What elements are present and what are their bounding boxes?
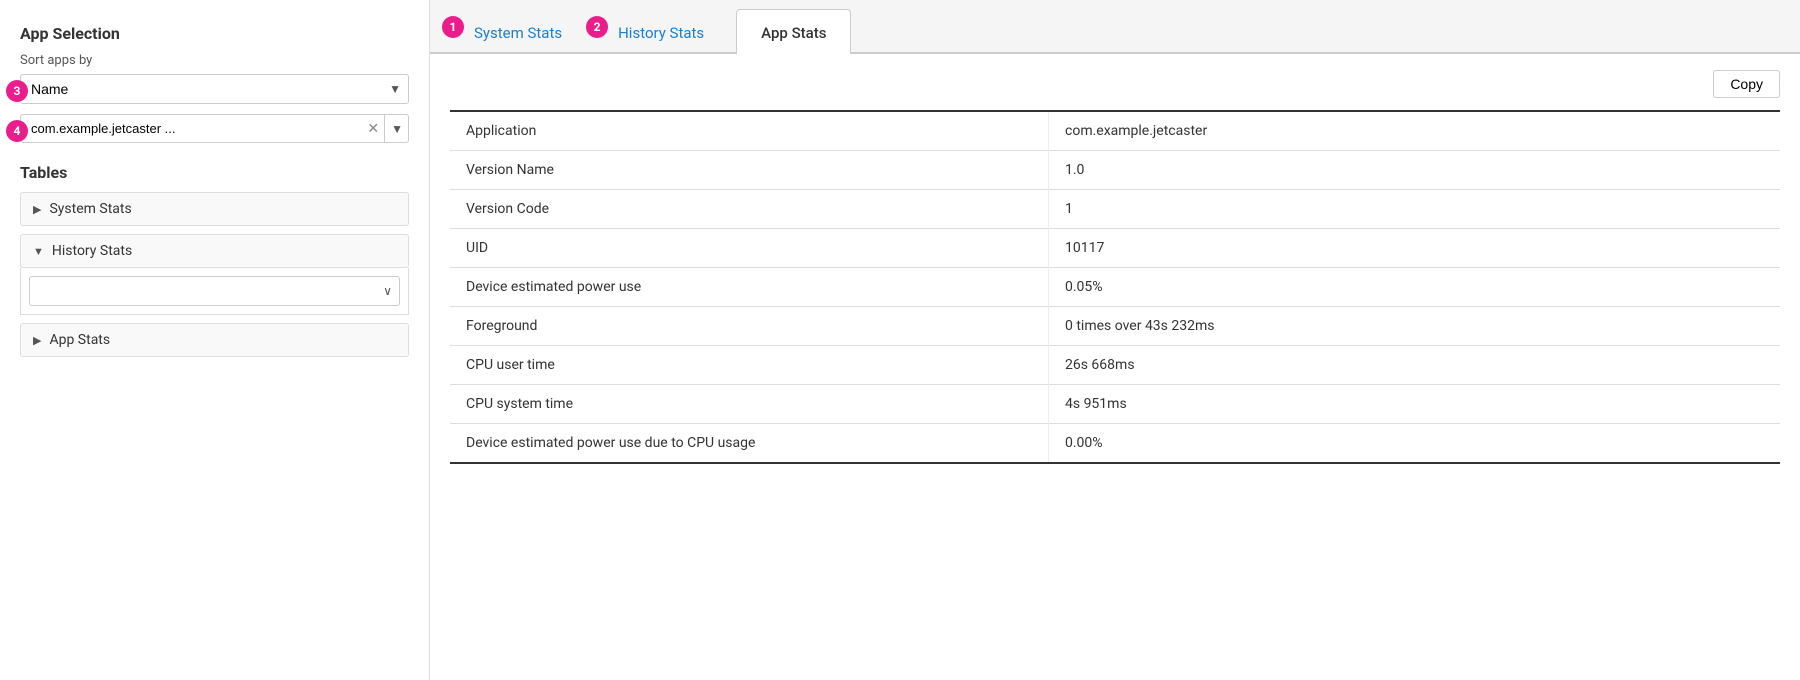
stat-key: Device estimated power use due to CPU us…: [450, 424, 1049, 464]
table-row: Foreground0 times over 43s 232ms: [450, 307, 1780, 346]
stat-value: 10117: [1049, 229, 1781, 268]
app-selection-title: App Selection: [20, 24, 409, 43]
stat-value: com.example.jetcaster: [1049, 111, 1781, 151]
system-stats-arrow-icon: ▶: [33, 203, 41, 216]
history-dropdown-wrapper: ∨: [29, 276, 400, 306]
table-group-system-stats: ▶ System Stats: [20, 192, 409, 226]
app-select-icons: ✕ ▼: [362, 114, 409, 143]
stat-key: Version Code: [450, 190, 1049, 229]
table-group-app-stats-header[interactable]: ▶ App Stats: [20, 323, 409, 357]
stat-value: 0.05%: [1049, 268, 1781, 307]
sidebar: App Selection Sort apps by 3 Name Packag…: [0, 0, 430, 680]
stat-value: 0 times over 43s 232ms: [1049, 307, 1781, 346]
main-panel: 1 System Stats 2 History Stats App Stats…: [430, 0, 1800, 680]
badge-3: 3: [6, 80, 28, 102]
app-stats-arrow-icon: ▶: [33, 334, 41, 347]
history-stats-arrow-icon: ▼: [33, 245, 44, 258]
table-row: Device estimated power use due to CPU us…: [450, 424, 1780, 464]
table-row: UID10117: [450, 229, 1780, 268]
copy-row: Copy: [450, 70, 1780, 98]
stat-key: CPU system time: [450, 385, 1049, 424]
table-row: Applicationcom.example.jetcaster: [450, 111, 1780, 151]
history-stats-label: History Stats: [52, 243, 132, 259]
tabs-bar: 1 System Stats 2 History Stats App Stats: [430, 0, 1800, 54]
history-dropdown[interactable]: [29, 276, 400, 306]
stat-key: CPU user time: [450, 346, 1049, 385]
tab-history-stats[interactable]: History Stats: [594, 10, 728, 54]
table-group-app-stats: ▶ App Stats: [20, 323, 409, 357]
stat-key: Application: [450, 111, 1049, 151]
app-select-input[interactable]: [20, 114, 409, 143]
stat-value: 1.0: [1049, 151, 1781, 190]
table-group-system-stats-header[interactable]: ▶ System Stats: [20, 192, 409, 226]
system-stats-label: System Stats: [49, 201, 131, 217]
table-row: Version Code1: [450, 190, 1780, 229]
tab-app-stats[interactable]: App Stats: [736, 9, 851, 54]
stat-key: UID: [450, 229, 1049, 268]
app-select-dropdown-icon[interactable]: ▼: [384, 114, 409, 143]
table-row: Device estimated power use0.05%: [450, 268, 1780, 307]
stat-key: Device estimated power use: [450, 268, 1049, 307]
tab-history-stats-wrapper: 2 History Stats: [594, 8, 730, 52]
stat-key: Foreground: [450, 307, 1049, 346]
table-row: CPU system time4s 951ms: [450, 385, 1780, 424]
stats-table: Applicationcom.example.jetcasterVersion …: [450, 110, 1780, 464]
stat-value: 0.00%: [1049, 424, 1781, 464]
table-row: CPU user time26s 668ms: [450, 346, 1780, 385]
stat-key: Version Name: [450, 151, 1049, 190]
tab-system-stats[interactable]: System Stats: [450, 10, 586, 54]
app-select-clear-icon[interactable]: ✕: [362, 121, 384, 137]
stat-value: 1: [1049, 190, 1781, 229]
history-stats-body: ∨: [20, 268, 409, 315]
content-area: Copy Applicationcom.example.jetcasterVer…: [430, 54, 1800, 680]
copy-button[interactable]: Copy: [1713, 70, 1780, 98]
table-group-history-stats: ▼ History Stats ∨: [20, 234, 409, 315]
sort-label: Sort apps by: [20, 53, 409, 68]
table-row: Version Name1.0: [450, 151, 1780, 190]
tables-title: Tables: [20, 163, 409, 182]
app-select-wrapper: ✕ ▼: [20, 114, 409, 143]
sort-select[interactable]: Name Package UID: [20, 74, 409, 104]
stat-value: 26s 668ms: [1049, 346, 1781, 385]
sort-select-wrapper: Name Package UID ▼: [20, 74, 409, 104]
badge-4: 4: [6, 120, 28, 142]
app-stats-label: App Stats: [49, 332, 110, 348]
tab-system-stats-wrapper: 1 System Stats: [450, 8, 588, 52]
stat-value: 4s 951ms: [1049, 385, 1781, 424]
table-group-history-stats-header[interactable]: ▼ History Stats: [20, 234, 409, 268]
